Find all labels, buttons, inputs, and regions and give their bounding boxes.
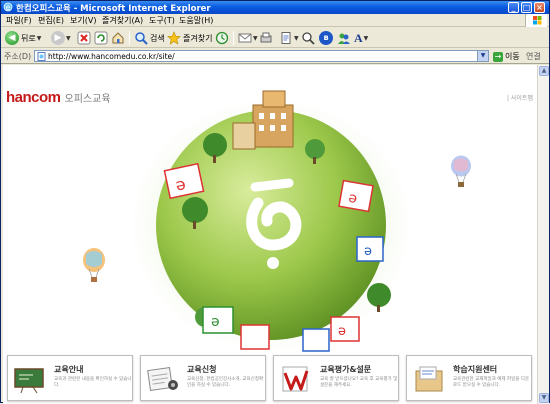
address-bar: 주소(D) http://www.hancomedu.co.kr/site/ ▼… (1, 49, 549, 64)
chevron-down-icon: ▼ (363, 34, 369, 42)
card-title: 교육신청 (187, 365, 217, 374)
chalkboard-icon (14, 368, 44, 394)
card-description: 교육신청, 한컴공인강사소개, 교육신청확인을 하실 수 있습니다. (187, 377, 264, 388)
back-label: 뒤로 (21, 33, 36, 43)
research-button[interactable] (301, 30, 315, 46)
font-size-icon: A (354, 30, 363, 45)
folder-icon (415, 366, 443, 392)
menu-view[interactable]: 보기(V) (70, 15, 96, 26)
mail-button[interactable]: ▼ (238, 30, 258, 46)
font-size-button[interactable]: A ▼ (354, 30, 368, 46)
ie-logo-icon: e (3, 2, 13, 12)
card-registration[interactable]: 교육신청 교육신청, 한컴공인강사소개, 교육신청확인을 하실 수 있습니다. (140, 355, 266, 401)
back-button[interactable]: ◀ 뒤로 ▼ (5, 30, 41, 46)
title-bar[interactable]: e 한컴오피스교육 - Microsoft Internet Explorer … (1, 1, 549, 14)
menu-tools[interactable]: 도구(T) (149, 15, 175, 26)
menu-bar: 파일(F) 편집(E) 보기(V) 즐겨찾기(A) 도구(T) 도움말(H) (1, 14, 549, 27)
windows-logo-icon (525, 14, 547, 27)
history-button[interactable] (215, 30, 229, 46)
address-label: 주소(D) (4, 52, 32, 61)
web-page: hancom 오피스교육 | 사이트맵 ə ə ə ə ə 교육안내 교육과 관… (3, 65, 537, 404)
card-learning-support[interactable]: 학습지원센터 교육관련한 교재파일과 예제 파일을 다운로드 받으실 수 있습니… (406, 355, 532, 401)
print-button[interactable] (259, 30, 273, 46)
messenger-button[interactable] (337, 30, 351, 46)
links-button[interactable]: 연결 (526, 51, 541, 62)
search-button[interactable]: 검색 (134, 30, 165, 46)
document-icon (281, 32, 291, 44)
stop-button[interactable] (77, 30, 91, 46)
card-title: 교육안내 (54, 365, 84, 374)
edit-button[interactable]: ▼ (279, 30, 299, 46)
chevron-down-icon: ▼ (294, 34, 299, 42)
card-description: 교육과 관련된 내용을 확인하실 수 있습니다. (54, 377, 132, 388)
logo-brand: hancom (6, 89, 61, 106)
browser-window: e 한컴오피스교육 - Microsoft Internet Explorer … (0, 0, 550, 404)
forward-button[interactable]: ▶ ▼ (51, 30, 71, 46)
toolbar-separator (233, 31, 234, 45)
bluetooth-button[interactable]: ʙ (319, 30, 333, 46)
chevron-down-icon: ▼ (36, 34, 42, 42)
planet-illustration: ə ə ə ə ə (121, 90, 421, 357)
card-education-info[interactable]: 교육안내 교육과 관련된 내용을 확인하실 수 있습니다. (7, 355, 133, 401)
history-icon (215, 31, 229, 45)
bluetooth-icon: ʙ (319, 31, 333, 45)
address-dropdown-button[interactable]: ▼ (477, 51, 488, 61)
toolbar: ◀ 뒤로 ▼ ▶ ▼ 검색 즐겨찾기 ▼ ▼ ʙ A ▼ (1, 28, 549, 48)
scroll-down-button[interactable]: ▼ (539, 393, 549, 403)
search-label: 검색 (150, 33, 165, 43)
menu-edit[interactable]: 편집(E) (38, 15, 64, 26)
minimize-button[interactable]: _ (508, 2, 519, 13)
messenger-icon (338, 33, 350, 44)
card-title: 교육평가&설문 (320, 365, 372, 374)
svg-text:ə: ə (364, 244, 372, 259)
vertical-scrollbar[interactable]: ▲ ▼ (537, 65, 549, 404)
maximize-button[interactable]: □ (521, 2, 532, 13)
page-icon (37, 52, 46, 61)
svg-text:e: e (6, 3, 11, 12)
forward-arrow-icon: ▶ (51, 31, 65, 45)
svg-text:ə: ə (338, 324, 346, 339)
star-icon (167, 31, 181, 45)
menu-favorites[interactable]: 즐겨찾기(A) (102, 15, 143, 26)
home-icon (112, 32, 124, 44)
card-title: 학습지원센터 (453, 365, 498, 374)
sitemap-link[interactable]: | 사이트맵 (507, 93, 533, 102)
card-evaluation-survey[interactable]: 교육평가&설문 교육 잘 받으셨나요? 교육 후 교육평가 및 설문을 해주세요… (273, 355, 399, 401)
favorites-label: 즐겨찾기 (183, 33, 213, 43)
back-arrow-icon: ◀ (5, 31, 19, 45)
scroll-up-button[interactable]: ▲ (539, 66, 549, 76)
card-description: 교육 잘 받으셨나요? 교육 후 교육평가 및 설문을 해주세요. (320, 377, 398, 388)
go-button[interactable]: → 이동 (493, 51, 520, 62)
menu-file[interactable]: 파일(F) (6, 15, 32, 26)
menu-help[interactable]: 도움말(H) (179, 15, 213, 26)
go-label: 이동 (505, 52, 520, 61)
favorites-button[interactable]: 즐겨찾기 (167, 30, 212, 46)
checklist-icon (282, 366, 309, 392)
home-button[interactable] (111, 30, 125, 46)
calendar-icon (147, 367, 178, 391)
go-arrow-icon: → (493, 51, 503, 62)
svg-text:ə: ə (211, 314, 220, 330)
search-icon (135, 32, 148, 45)
window-title: 한컴오피스교육 - Microsoft Internet Explorer (16, 4, 211, 14)
printer-icon (260, 32, 272, 43)
chevron-down-icon: ▼ (66, 34, 71, 42)
close-button[interactable]: × (534, 2, 545, 13)
mail-icon (238, 33, 252, 43)
magnifier-icon (302, 32, 315, 45)
stop-icon (77, 31, 91, 45)
address-url: http://www.hancomedu.co.kr/site/ (48, 52, 175, 61)
card-description: 교육관련한 교재파일과 예제 파일을 다운로드 받으실 수 있습니다. (453, 377, 530, 388)
quick-menu: 교육안내 교육과 관련된 내용을 확인하실 수 있습니다. 교육신청 교육신청,… (5, 355, 537, 404)
chevron-down-icon: ▼ (253, 34, 258, 42)
toolbar-separator (129, 31, 130, 45)
refresh-icon (94, 31, 108, 45)
address-input[interactable]: http://www.hancomedu.co.kr/site/ ▼ (34, 50, 489, 62)
refresh-button[interactable] (94, 30, 108, 46)
